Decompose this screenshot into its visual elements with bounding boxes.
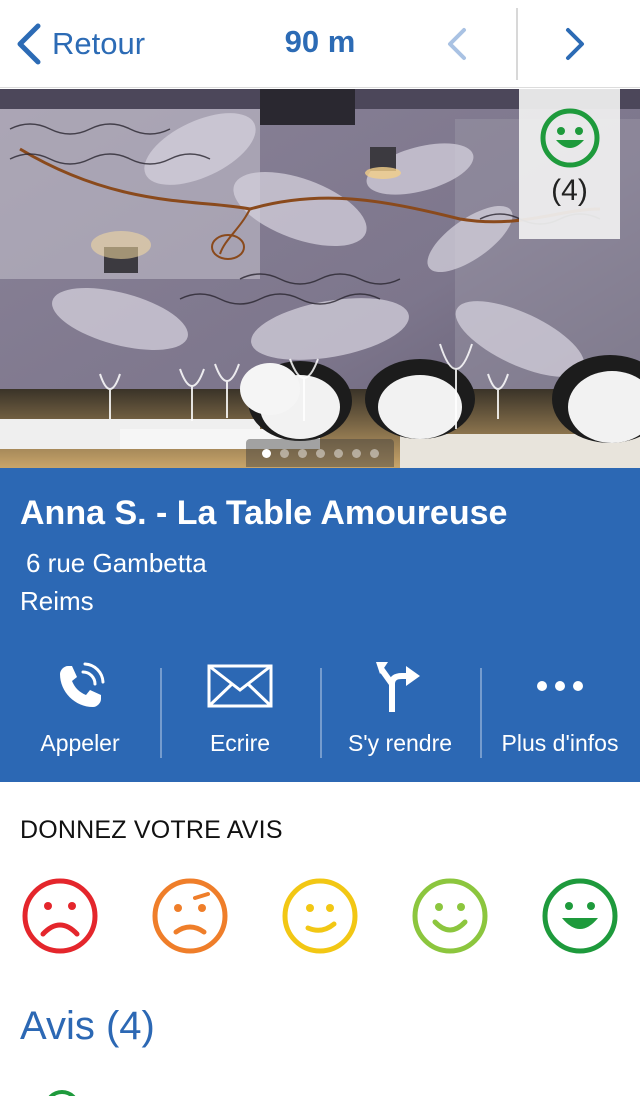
sad-face-icon[interactable] — [20, 876, 100, 956]
rating-count: (4) — [551, 174, 588, 207]
pager-dot[interactable] — [333, 448, 343, 458]
pager-dot[interactable] — [351, 448, 361, 458]
place-name: Anna S. - La Table Amoureuse — [20, 494, 508, 532]
more-info-button[interactable]: Plus d'infos — [480, 650, 640, 760]
pager-dot[interactable] — [279, 448, 289, 458]
review-prompt-title: DONNEZ VOTRE AVIS — [20, 816, 283, 844]
directions-label: S'y rendre — [347, 730, 453, 756]
top-navigation-bar: Retour 90 m — [0, 0, 640, 88]
rating-faces — [20, 876, 624, 956]
phone-icon — [60, 662, 105, 707]
neutral-face-icon[interactable] — [280, 876, 360, 956]
place-city: Reims — [20, 586, 94, 616]
envelope-icon — [207, 664, 273, 708]
review-avatar-icon — [44, 1090, 80, 1096]
happy-face-icon — [540, 108, 599, 168]
pager-dot[interactable] — [297, 448, 307, 458]
rating-summary-badge: (4) — [519, 89, 620, 239]
more-info-label: Plus d'infos — [501, 730, 619, 756]
next-place-button[interactable] — [554, 24, 594, 64]
write-label: Ecrire — [209, 730, 271, 756]
unhappy-face-icon[interactable] — [150, 876, 230, 956]
call-button[interactable]: Appeler — [0, 650, 160, 760]
distance-label: 90 m — [284, 24, 356, 59]
happy-face-icon[interactable] — [540, 876, 620, 956]
write-button[interactable]: Ecrire — [160, 650, 320, 760]
pager-dot[interactable] — [315, 448, 325, 458]
place-street: 6 rue Gambetta — [26, 548, 207, 578]
smile-face-icon[interactable] — [410, 876, 490, 956]
photo-pager-dots[interactable] — [246, 439, 394, 467]
back-button[interactable]: Retour — [14, 20, 145, 68]
directions-button[interactable]: S'y rendre — [320, 650, 480, 760]
back-label: Retour — [52, 26, 146, 61]
more-icon — [537, 681, 583, 691]
directions-icon — [376, 662, 420, 712]
place-info-panel: Anna S. - La Table Amoureuse 6 rue Gambe… — [0, 468, 640, 782]
previous-place-button[interactable] — [438, 24, 478, 64]
pager-dot[interactable] — [369, 448, 379, 458]
action-bar: Appeler Ecrire S'y rendre Plus d'infos — [0, 650, 640, 760]
nav-divider — [516, 8, 518, 80]
call-label: Appeler — [40, 730, 120, 756]
restaurant-photo-carousel[interactable]: (4) — [0, 89, 640, 468]
chevron-left-icon — [17, 23, 41, 65]
pager-dot[interactable] — [261, 448, 271, 458]
reviews-heading: Avis (4) — [20, 1004, 155, 1048]
